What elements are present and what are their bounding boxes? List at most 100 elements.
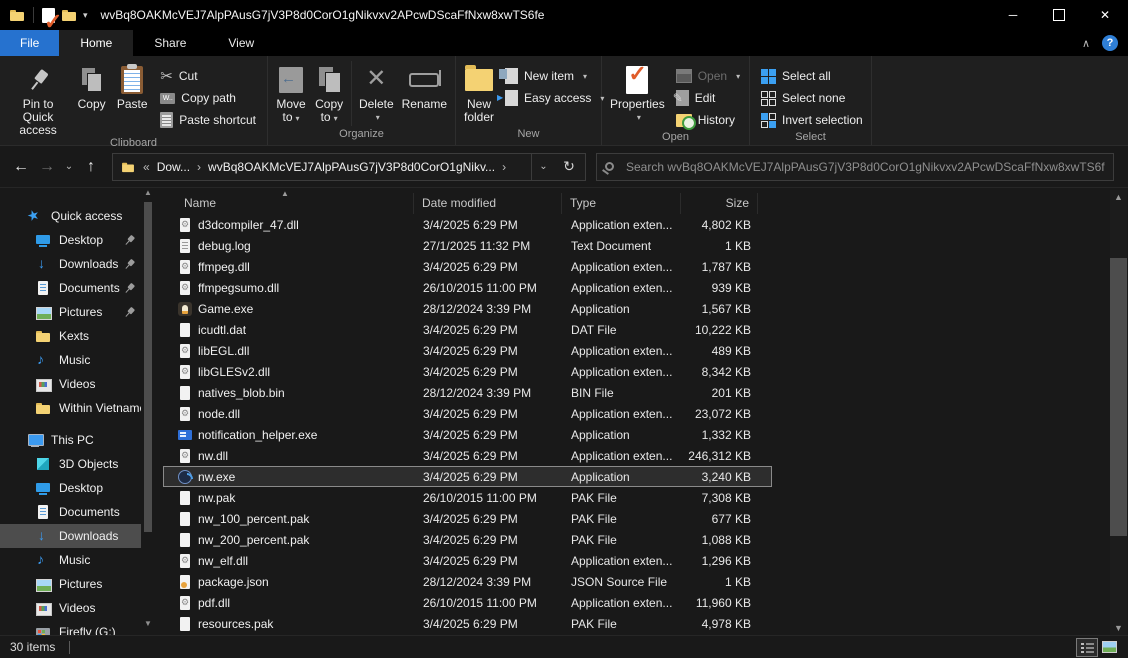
file-row-ffmpeg-dll[interactable]: ffmpeg.dll3/4/2025 6:29 PMApplication ex… (163, 256, 772, 277)
sidebar-item-pictures[interactable]: Pictures (0, 300, 141, 324)
sidebar-item-desktop[interactable]: Desktop (0, 476, 141, 500)
edit-button[interactable]: Edit (669, 87, 747, 109)
sidebar-item-firefly-g[interactable]: Firefly (G:) (0, 620, 141, 635)
new-folder-button[interactable]: New folder (460, 59, 498, 128)
sidebar-item-videos[interactable]: Videos (0, 596, 141, 620)
open-group-label: Open (602, 131, 749, 146)
sidebar-item-pictures[interactable]: Pictures (0, 572, 141, 596)
rename-button[interactable]: Rename (398, 59, 451, 128)
history-button[interactable]: History (669, 109, 747, 131)
copy-path-button[interactable]: Copy path (153, 87, 263, 109)
easy-access-button[interactable]: Easy access (498, 87, 611, 109)
invert-selection-button[interactable]: Invert selection (754, 109, 870, 131)
sidebar-item-downloads[interactable]: Downloads (0, 252, 141, 276)
sidebar-item-documents[interactable]: Documents (0, 276, 141, 300)
file-row-ffmpegsumo-dll[interactable]: ffmpegsumo.dll26/10/2015 11:00 PMApplica… (163, 277, 772, 298)
sidebar-item-quick-access[interactable]: Quick access (0, 204, 141, 228)
file-row-nw-pak[interactable]: nw.pak26/10/2015 11:00 PMPAK File7,308 K… (163, 487, 772, 508)
sidebar-item-music[interactable]: Music (0, 348, 141, 372)
file-row-libglesv2-dll[interactable]: libGLESv2.dll3/4/2025 6:29 PMApplication… (163, 361, 772, 382)
properties-qat-icon[interactable] (42, 8, 55, 23)
maximize-button[interactable] (1036, 0, 1082, 30)
customize-qat-dropdown-icon[interactable]: ▾ (83, 10, 87, 21)
tab-home[interactable]: Home (59, 30, 133, 56)
sidebar-item-this-pc[interactable]: This PC (0, 428, 141, 452)
refresh-icon[interactable]: ↻ (555, 158, 583, 175)
file-row-nw-elf-dll[interactable]: nw_elf.dll3/4/2025 6:29 PMApplication ex… (163, 550, 772, 571)
move-to-button[interactable]: Move to (272, 59, 310, 128)
file-row-debug-log[interactable]: debug.log27/1/2025 11:32 PMText Document… (163, 235, 772, 256)
sidebar-scrollbar[interactable]: ▲ ▼ (143, 188, 153, 628)
sidebar-scroll-up-icon[interactable]: ▲ (143, 188, 153, 197)
address-bar[interactable]: « Dow... › wvBq8OAKMcVEJ7AlpPAusG7jV3P8d… (112, 153, 586, 181)
file-row-node-dll[interactable]: node.dll3/4/2025 6:29 PMApplication exte… (163, 403, 772, 424)
sidebar-item-desktop[interactable]: Desktop (0, 228, 141, 252)
collapse-ribbon-icon[interactable] (1082, 36, 1090, 50)
cut-button[interactable]: Cut (153, 65, 263, 87)
delete-button[interactable]: Delete (355, 59, 398, 128)
new-folder-qat-icon[interactable] (61, 7, 77, 23)
list-scroll-up-icon[interactable]: ▲ (1110, 192, 1127, 202)
breadcrumb-current[interactable]: wvBq8OAKMcVEJ7AlpPAusG7jV3P8d0CorO1gNikv… (208, 160, 495, 174)
forward-button[interactable]: → (34, 158, 60, 176)
address-dropdown-icon[interactable]: ⌄ (531, 154, 555, 180)
thumbnail-view-button[interactable] (1098, 638, 1120, 657)
file-row-natives-blob-bin[interactable]: natives_blob.bin28/12/2024 3:39 PMBIN Fi… (163, 382, 772, 403)
file-row-icudtl-dat[interactable]: icudtl.dat3/4/2025 6:29 PMDAT File10,222… (163, 319, 772, 340)
copy-to-button[interactable]: Copy to (310, 59, 348, 128)
sidebar-item-downloads[interactable]: Downloads (0, 524, 141, 548)
search-input[interactable]: Search wvBq8OAKMcVEJ7AlpPAusG7jV3P8d0Cor… (596, 153, 1114, 181)
tab-file[interactable]: File (0, 30, 59, 56)
list-scroll-down-icon[interactable]: ▼ (1110, 623, 1127, 633)
open-button[interactable]: Open (669, 65, 747, 87)
list-scrollbar-thumb[interactable] (1110, 258, 1127, 536)
sidebar-item-within-vietname[interactable]: Within Vietname (0, 396, 141, 420)
select-none-button[interactable]: Select none (754, 87, 870, 109)
minimize-button[interactable] (990, 0, 1036, 30)
sidebar-item-videos[interactable]: Videos (0, 372, 141, 396)
sidebar-scrollbar-thumb[interactable] (144, 202, 152, 532)
select-all-button[interactable]: Select all (754, 65, 870, 87)
column-header-date-modified[interactable]: Date modified (414, 193, 562, 214)
file-date: 3/4/2025 6:29 PM (415, 449, 563, 463)
file-row-game-exe[interactable]: Game.exe28/12/2024 3:39 PMApplication1,5… (163, 298, 772, 319)
column-header-name[interactable]: ▲ Name (163, 193, 414, 214)
sidebar-scroll-down-icon[interactable]: ▼ (143, 619, 153, 628)
paste-shortcut-button[interactable]: Paste shortcut (153, 109, 263, 131)
new-item-button[interactable]: New item (498, 65, 611, 87)
file-row-package-json[interactable]: package.json28/12/2024 3:39 PMJSON Sourc… (163, 571, 772, 592)
tab-view[interactable]: View (207, 30, 275, 56)
sidebar-item-documents[interactable]: Documents (0, 500, 141, 524)
pin-to-quick-access-button[interactable]: Pin to Quick access (4, 59, 72, 137)
properties-button[interactable]: Properties (606, 59, 669, 131)
breadcrumb-root[interactable]: Dow... (157, 160, 190, 174)
file-row-notification-helper-exe[interactable]: notification_helper.exe3/4/2025 6:29 PMA… (163, 424, 772, 445)
up-button[interactable]: ↑ (78, 158, 104, 176)
new-folder-icon (465, 69, 493, 91)
file-row-nw-100-percent-pak[interactable]: nw_100_percent.pak3/4/2025 6:29 PMPAK Fi… (163, 508, 772, 529)
textdoc-file-icon (177, 238, 193, 254)
copy-button[interactable]: Copy (72, 59, 111, 137)
sort-ascending-icon: ▲ (281, 189, 289, 198)
sidebar-item-music[interactable]: Music (0, 548, 141, 572)
sidebar-item-3d-objects[interactable]: 3D Objects (0, 452, 141, 476)
tab-share[interactable]: Share (133, 30, 207, 56)
column-header-type[interactable]: Type (562, 193, 681, 214)
file-row-libegl-dll[interactable]: libEGL.dll3/4/2025 6:29 PMApplication ex… (163, 340, 772, 361)
back-button[interactable]: ← (8, 158, 34, 176)
details-view-button[interactable] (1076, 638, 1098, 657)
file-row-pdf-dll[interactable]: pdf.dll26/10/2015 11:00 PMApplication ex… (163, 592, 772, 613)
recent-locations-dropdown-icon[interactable]: ⌄ (60, 161, 78, 172)
list-scrollbar[interactable]: ▲ ▼ (1110, 190, 1127, 635)
file-row-nw-dll[interactable]: nw.dll3/4/2025 6:29 PMApplication exten.… (163, 445, 772, 466)
file-row-d3dcompiler-47-dll[interactable]: d3dcompiler_47.dll3/4/2025 6:29 PMApplic… (163, 214, 772, 235)
help-icon[interactable]: ? (1102, 35, 1118, 51)
close-button[interactable] (1082, 0, 1128, 30)
file-row-nw-exe[interactable]: nw.exe3/4/2025 6:29 PMApplication3,240 K… (163, 466, 772, 487)
file-row-nw-200-percent-pak[interactable]: nw_200_percent.pak3/4/2025 6:29 PMPAK Fi… (163, 529, 772, 550)
paste-button[interactable]: Paste (111, 59, 153, 137)
file-size: 1,296 KB (682, 554, 759, 568)
column-header-size[interactable]: Size (681, 193, 758, 214)
file-row-resources-pak[interactable]: resources.pak3/4/2025 6:29 PMPAK File4,9… (163, 613, 772, 634)
sidebar-item-kexts[interactable]: Kexts (0, 324, 141, 348)
